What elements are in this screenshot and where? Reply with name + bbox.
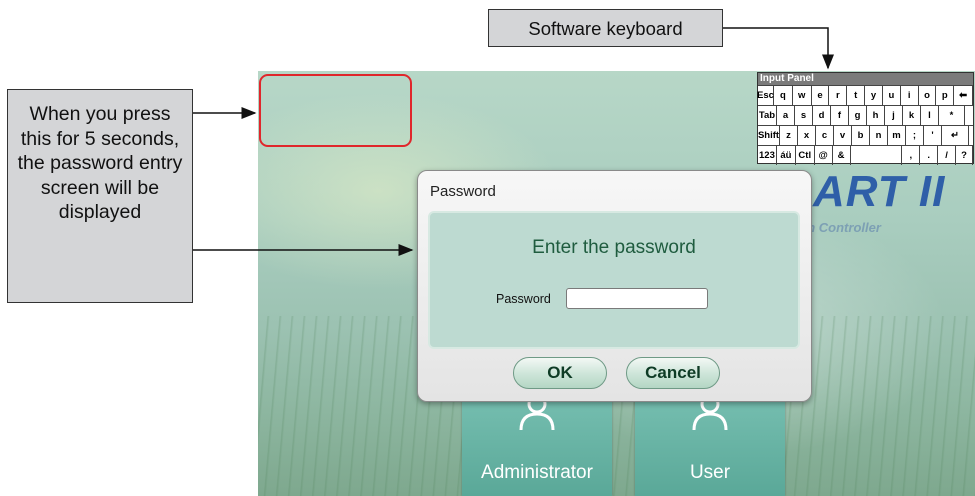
key[interactable]: p [936, 86, 955, 105]
product-logo: ART II [813, 167, 946, 216]
key[interactable]: f [831, 106, 849, 125]
key[interactable]: g [849, 106, 867, 125]
key[interactable]: b [852, 126, 870, 145]
key[interactable]: Esc [757, 86, 774, 105]
password-dialog: Password Enter the password Password OK … [417, 170, 812, 402]
key[interactable]: v [834, 126, 852, 145]
key[interactable]: Ctl [796, 146, 815, 165]
key[interactable]: @ [815, 146, 833, 165]
key[interactable]: ; [906, 126, 924, 145]
ok-button[interactable]: OK [513, 357, 607, 389]
dialog-heading: Enter the password [532, 237, 696, 258]
key[interactable]: s [795, 106, 813, 125]
hidden-hotspot[interactable] [259, 74, 412, 147]
keyboard-row: Esc q w e r t y u i o p ⬅ [757, 85, 974, 105]
key[interactable]: o [919, 86, 937, 105]
keyboard-row: Tab a s d f g h j k l * [758, 105, 973, 125]
key[interactable]: , [902, 146, 921, 165]
keyboard-title: Input Panel [758, 73, 973, 85]
key[interactable]: & [833, 146, 851, 165]
key[interactable]: z [780, 126, 798, 145]
password-input[interactable] [566, 288, 708, 309]
key[interactable]: i [901, 86, 919, 105]
keyboard-callout: Software keyboard [488, 9, 723, 47]
key[interactable]: * [939, 106, 965, 125]
product-logo-subtitle: ch Controller [800, 220, 881, 235]
dialog-title: Password [430, 183, 496, 200]
key[interactable]: t [847, 86, 866, 105]
key[interactable]: ' [924, 126, 942, 145]
key[interactable]: k [903, 106, 921, 125]
key[interactable]: Shift [758, 126, 780, 145]
hotspot-callout: When you press this for 5 seconds, the p… [7, 89, 193, 303]
key[interactable]: w [793, 86, 812, 105]
software-keyboard: Input Panel Esc q w e r t y u i o p ⬅ Tab a s d f g h j k l * S… [757, 72, 974, 165]
key[interactable]: áü [777, 146, 796, 165]
key[interactable]: n [870, 126, 888, 145]
key[interactable]: c [816, 126, 834, 145]
key[interactable]: a [777, 106, 795, 125]
key[interactable]: ⬅ [954, 86, 974, 105]
user-label: User [689, 462, 731, 483]
keyboard-keys: Esc q w e r t y u i o p ⬅ Tab a s d f g h j k l * Shift z x c v b n m;… [757, 85, 974, 165]
key[interactable]: h [867, 106, 885, 125]
key[interactable]: l [921, 106, 939, 125]
key[interactable]: m [888, 126, 906, 145]
keyboard-arrow [723, 27, 834, 70]
dialog-body: Enter the password Password [428, 211, 800, 349]
key[interactable]: q [774, 86, 793, 105]
key[interactable]: j [885, 106, 903, 125]
administrator-label: Administrator [481, 462, 593, 483]
cancel-button[interactable]: Cancel [626, 357, 720, 389]
keyboard-row: Shift z x c v b n m; ' ↵ [758, 125, 973, 145]
key-space[interactable] [851, 146, 903, 165]
key[interactable]: / [938, 146, 957, 165]
key[interactable]: y [865, 86, 883, 105]
key[interactable]: r [829, 86, 848, 105]
key[interactable]: ? [956, 146, 973, 165]
key[interactable]: ↵ [942, 126, 969, 145]
key[interactable]: Tab [758, 106, 777, 125]
password-label: Password [496, 292, 551, 306]
key[interactable]: x [798, 126, 816, 145]
key[interactable]: . [920, 146, 939, 165]
key[interactable]: e [812, 86, 830, 105]
key[interactable]: d [813, 106, 831, 125]
keyboard-row: 123 áü Ctl @ &,. /? [758, 145, 973, 165]
key[interactable]: u [883, 86, 901, 105]
key[interactable]: 123 [758, 146, 777, 165]
